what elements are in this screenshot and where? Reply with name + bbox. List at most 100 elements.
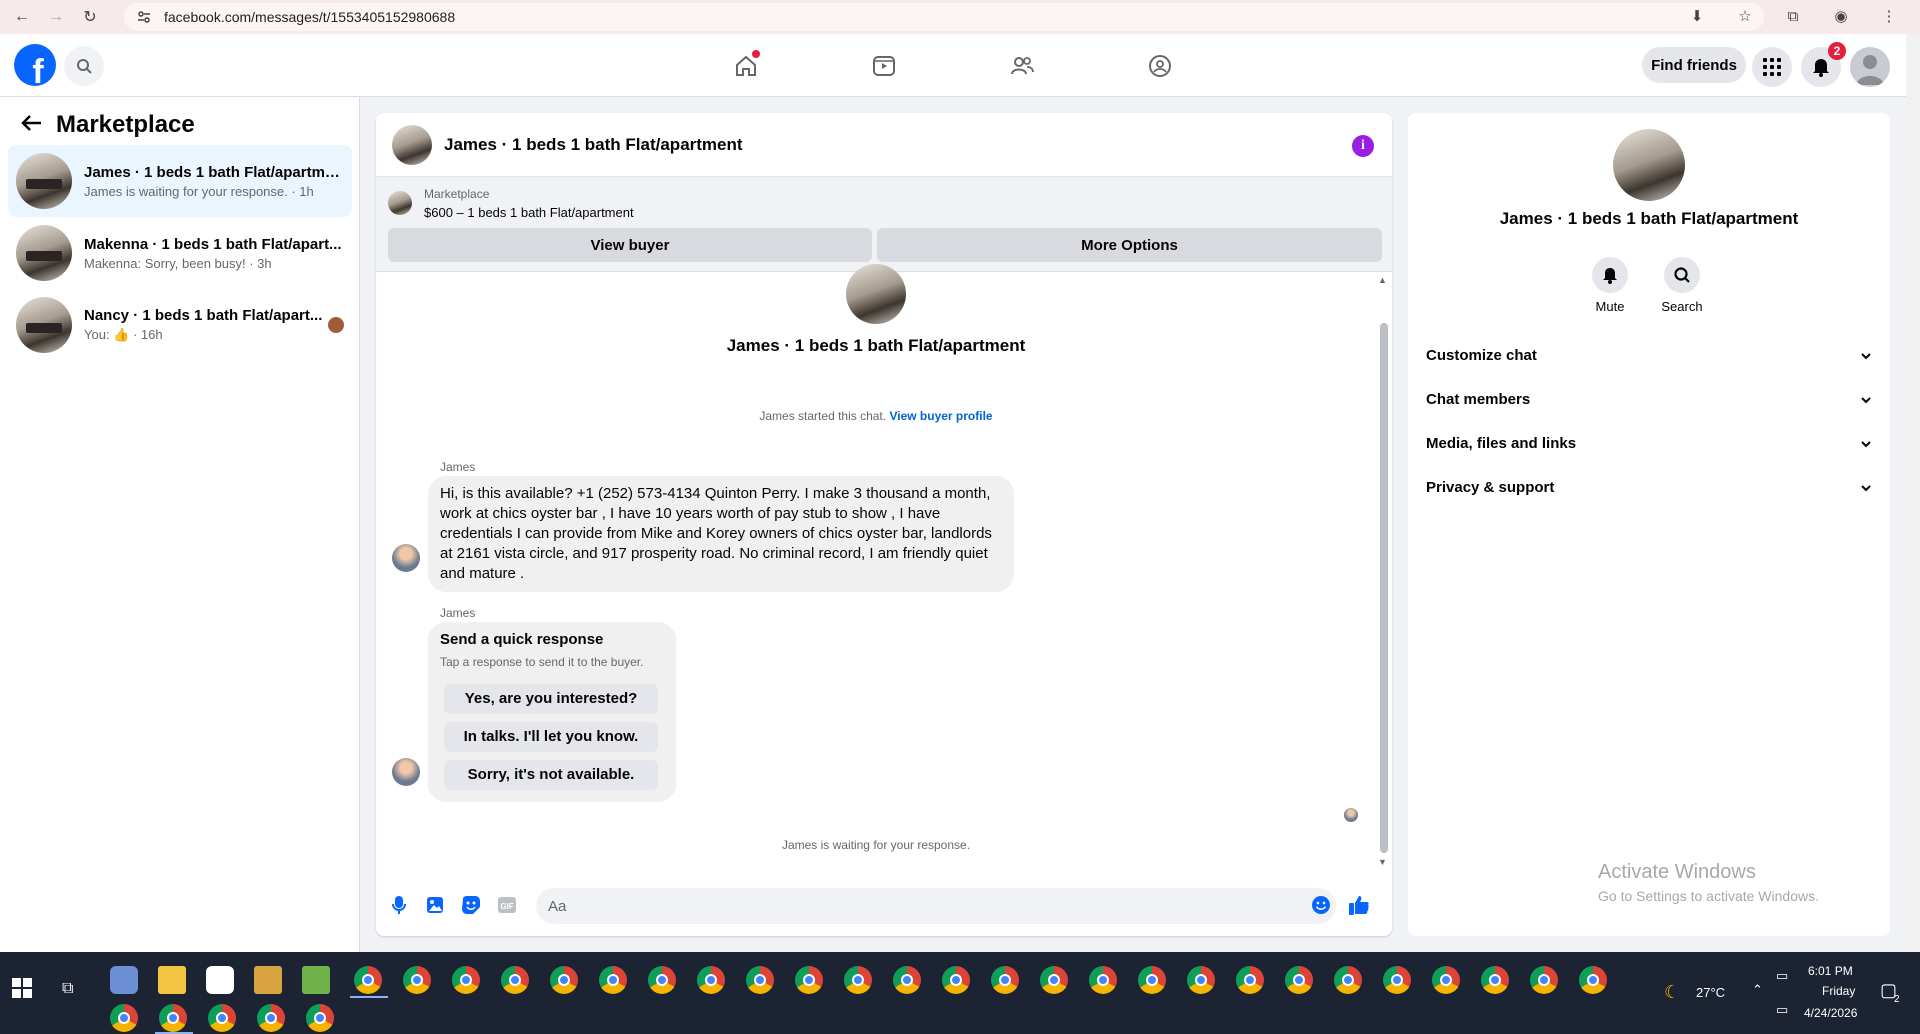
quick-response-button[interactable]: Yes, are you interested? bbox=[444, 684, 658, 714]
view-buyer-profile-link[interactable]: View buyer profile bbox=[889, 409, 992, 423]
page-scrollbar[interactable] bbox=[1906, 34, 1920, 952]
facebook-logo-icon[interactable]: f bbox=[14, 44, 56, 86]
install-app-icon[interactable]: ⬇ bbox=[1686, 5, 1708, 27]
chrome-icon[interactable] bbox=[1285, 966, 1313, 994]
bookmark-star-icon[interactable]: ☆ bbox=[1734, 5, 1756, 27]
chrome-icon[interactable] bbox=[208, 1004, 236, 1032]
weather-moon-icon[interactable]: ☾ bbox=[1664, 982, 1680, 1003]
clock-day[interactable]: Friday bbox=[1822, 984, 1855, 998]
network-icon[interactable]: ▭ bbox=[1776, 1002, 1788, 1018]
chrome-icon[interactable] bbox=[1432, 966, 1460, 994]
chrome-icon[interactable] bbox=[452, 966, 480, 994]
thread-item-nancy[interactable]: Nancy · 1 beds 1 bath Flat/apart... You:… bbox=[8, 289, 352, 361]
media-files-links-section[interactable]: Media, files and links bbox=[1424, 421, 1874, 465]
back-icon[interactable]: ← bbox=[10, 5, 34, 29]
sender-avatar[interactable] bbox=[392, 544, 420, 572]
chrome-icon[interactable] bbox=[1530, 966, 1558, 994]
sender-avatar[interactable] bbox=[392, 758, 420, 786]
chrome-icon[interactable] bbox=[1383, 966, 1411, 994]
chrome-icon[interactable] bbox=[1236, 966, 1264, 994]
privacy-support-section[interactable]: Privacy & support bbox=[1424, 465, 1874, 509]
chat-members-section[interactable]: Chat members bbox=[1424, 377, 1874, 421]
app-icon[interactable] bbox=[110, 966, 138, 994]
groups-icon[interactable] bbox=[1142, 48, 1178, 84]
chrome-icon[interactable] bbox=[1187, 966, 1215, 994]
chrome-icon[interactable] bbox=[306, 1004, 334, 1032]
chrome-icon[interactable] bbox=[746, 966, 774, 994]
extensions-icon[interactable]: ⧉ bbox=[1782, 5, 1804, 27]
scrollbar-thumb[interactable] bbox=[1380, 323, 1388, 853]
search-in-chat-button[interactable]: Search bbox=[1652, 257, 1712, 314]
more-options-button[interactable]: More Options bbox=[877, 228, 1382, 262]
chrome-icon[interactable] bbox=[110, 1004, 138, 1032]
chrome-icon[interactable] bbox=[1334, 966, 1362, 994]
app-icon[interactable] bbox=[302, 966, 330, 994]
profile-icon[interactable]: ◉ bbox=[1830, 5, 1852, 27]
account-avatar[interactable] bbox=[1850, 47, 1890, 87]
chrome-icon[interactable] bbox=[550, 966, 578, 994]
quick-response-button[interactable]: Sorry, it's not available. bbox=[444, 760, 658, 790]
windows-start-icon[interactable] bbox=[12, 978, 32, 998]
battery-icon[interactable]: ▭ bbox=[1776, 968, 1788, 984]
app-icon[interactable] bbox=[254, 966, 282, 994]
back-arrow-icon[interactable] bbox=[20, 111, 42, 139]
chrome-icon[interactable] bbox=[1579, 966, 1607, 994]
capcut-icon[interactable] bbox=[206, 966, 234, 994]
forward-icon[interactable]: → bbox=[44, 5, 68, 29]
chrome-icon[interactable] bbox=[159, 1004, 187, 1032]
task-view-icon[interactable]: ⧉ bbox=[62, 980, 73, 998]
listing-price-title[interactable]: $600 – 1 beds 1 bath Flat/apartment bbox=[424, 205, 634, 220]
temperature[interactable]: 27°C bbox=[1696, 985, 1725, 1000]
friends-icon[interactable] bbox=[1004, 48, 1040, 84]
photo-icon[interactable] bbox=[424, 894, 446, 916]
thread-item-makenna[interactable]: Makenna · 1 beds 1 bath Flat/apart... Ma… bbox=[8, 217, 352, 289]
sticker-icon[interactable] bbox=[460, 894, 482, 916]
chrome-icon[interactable] bbox=[942, 966, 970, 994]
chrome-icon[interactable] bbox=[599, 966, 627, 994]
chrome-icon[interactable] bbox=[1040, 966, 1068, 994]
quick-response-button[interactable]: In talks. I'll let you know. bbox=[444, 722, 658, 752]
home-icon[interactable] bbox=[728, 48, 764, 84]
menu-grid-icon[interactable] bbox=[1752, 47, 1792, 87]
mute-button[interactable]: Mute bbox=[1580, 257, 1640, 314]
chrome-icon[interactable] bbox=[1481, 966, 1509, 994]
site-settings-icon[interactable] bbox=[136, 9, 152, 25]
notifications-bell-icon[interactable]: 2 bbox=[1801, 42, 1846, 87]
chat-thumbnail[interactable] bbox=[392, 124, 432, 165]
menu-kebab-icon[interactable]: ⋮ bbox=[1878, 5, 1900, 27]
scroll-down-icon[interactable]: ▼ bbox=[1378, 857, 1387, 867]
chrome-icon[interactable] bbox=[403, 966, 431, 994]
customize-chat-section[interactable]: Customize chat bbox=[1424, 333, 1874, 377]
scroll-up-icon[interactable]: ▲ bbox=[1378, 275, 1387, 285]
info-icon[interactable]: i bbox=[1352, 135, 1374, 157]
message-input[interactable] bbox=[536, 888, 1336, 924]
microphone-icon[interactable] bbox=[388, 894, 410, 916]
clock-date[interactable]: 4/24/2026 bbox=[1804, 1006, 1857, 1020]
video-icon[interactable] bbox=[866, 48, 902, 84]
emoji-icon[interactable] bbox=[1310, 894, 1332, 916]
chat-scrollbar[interactable]: ▲ ▼ bbox=[1378, 275, 1388, 867]
tray-chevron-up-icon[interactable]: ⌃ bbox=[1752, 982, 1763, 998]
chat-title[interactable]: James · 1 beds 1 bath Flat/apartment bbox=[444, 135, 743, 155]
chrome-icon[interactable] bbox=[991, 966, 1019, 994]
chrome-icon[interactable] bbox=[354, 966, 382, 994]
like-thumbs-up-icon[interactable] bbox=[1348, 894, 1370, 916]
file-explorer-icon[interactable] bbox=[158, 966, 186, 994]
info-thumbnail[interactable] bbox=[1613, 129, 1685, 201]
chrome-icon[interactable] bbox=[1138, 966, 1166, 994]
find-friends-button[interactable]: Find friends bbox=[1642, 47, 1746, 83]
address-bar[interactable]: facebook.com/messages/t/1553405152980688 bbox=[124, 3, 1764, 31]
chrome-icon[interactable] bbox=[257, 1004, 285, 1032]
search-icon[interactable] bbox=[64, 46, 104, 86]
chrome-icon[interactable] bbox=[697, 966, 725, 994]
chrome-icon[interactable] bbox=[648, 966, 676, 994]
gif-icon[interactable]: GIF bbox=[496, 894, 518, 916]
chrome-icon[interactable] bbox=[501, 966, 529, 994]
thread-item-james[interactable]: James · 1 beds 1 bath Flat/apartment Jam… bbox=[8, 145, 352, 217]
view-buyer-button[interactable]: View buyer bbox=[388, 228, 872, 262]
chrome-icon[interactable] bbox=[1089, 966, 1117, 994]
clock-time[interactable]: 6:01 PM bbox=[1808, 964, 1853, 978]
reload-icon[interactable]: ↻ bbox=[78, 5, 102, 29]
chrome-icon[interactable] bbox=[795, 966, 823, 994]
chrome-icon[interactable] bbox=[893, 966, 921, 994]
